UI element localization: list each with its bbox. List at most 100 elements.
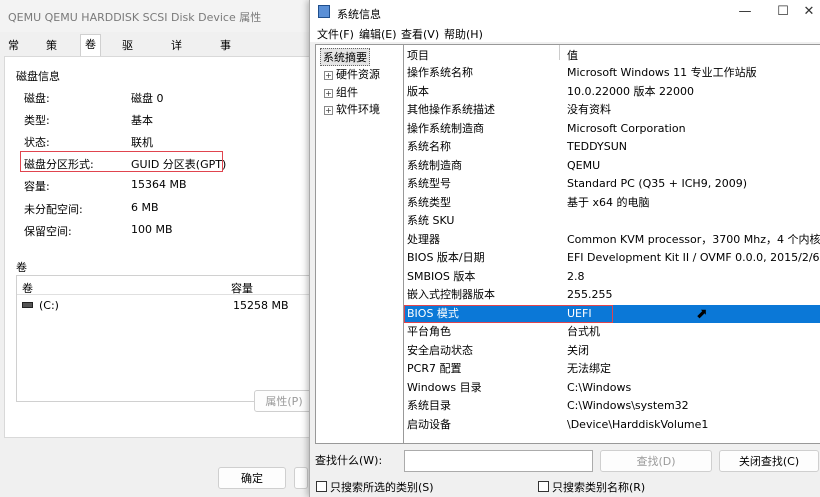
detail-row[interactable]: 版本 10.0.22000 版本 22000: [404, 83, 820, 101]
detail-value: 255.255: [567, 288, 613, 301]
search-category-names-checkbox[interactable]: 只搜索类别名称(R): [538, 479, 645, 495]
ok-button[interactable]: 确定: [218, 467, 286, 489]
tree-item-label: 硬件资源: [336, 68, 380, 81]
mouse-cursor-icon: ⬈: [696, 306, 708, 322]
detail-item: 启动设备: [407, 417, 451, 431]
detail-row[interactable]: 系统目录 C:\Windows\system32: [404, 397, 820, 415]
detail-value: C:\Windows\system32: [567, 399, 689, 412]
detail-item: 嵌入式控制器版本: [407, 288, 495, 301]
column-header-item[interactable]: 项目: [407, 47, 429, 63]
menu-file[interactable]: 文件(F): [317, 26, 354, 42]
detail-row[interactable]: Windows 目录 C:\Windows: [404, 379, 820, 397]
tab-general[interactable]: 常规: [4, 36, 23, 72]
drive-icon: [22, 302, 33, 308]
detail-value: Microsoft Corporation: [567, 121, 686, 135]
volume-header-divider: [17, 294, 317, 295]
tab-volumes[interactable]: 卷: [80, 34, 101, 57]
tree-item-software-environment[interactable]: + 软件环境: [324, 101, 380, 117]
volume-capacity: 15258 MB: [233, 299, 289, 312]
tree-item-components[interactable]: + 组件: [324, 84, 358, 100]
detail-row[interactable]: 系统类型 基于 x64 的电脑: [404, 194, 820, 212]
detail-item: BIOS 版本/日期: [407, 251, 485, 264]
column-divider[interactable]: [559, 45, 560, 60]
detail-value: EFI Development Kit II / OVMF 0.0.0, 201…: [567, 251, 820, 264]
system-info-title: 系统信息: [337, 8, 381, 21]
partition-style-highlight: [20, 151, 223, 172]
detail-row[interactable]: 系统名称 TEDDYSUN: [404, 138, 820, 156]
detail-row[interactable]: PCR7 配置 无法绑定: [404, 360, 820, 378]
checkbox-box[interactable]: [538, 481, 549, 492]
tab-driver[interactable]: 驱动程序: [118, 36, 137, 112]
disk-label: 磁盘:: [24, 92, 50, 105]
tree-item-system-summary[interactable]: 系统摘要: [320, 48, 370, 66]
menu-view[interactable]: 查看(V): [401, 26, 439, 42]
detail-item: 系统型号: [407, 177, 451, 190]
detail-row[interactable]: 平台角色 台式机: [404, 323, 820, 341]
status-value: 联机: [131, 136, 153, 149]
detail-value: Microsoft Windows 11 专业工作站版: [567, 66, 757, 79]
search-selected-category-checkbox[interactable]: 只搜索所选的类别(S): [316, 479, 434, 495]
reserved-value: 100 MB: [131, 223, 173, 236]
find-input[interactable]: [404, 450, 593, 472]
status-label: 状态:: [24, 136, 50, 149]
properties-button[interactable]: 属性(P): [254, 390, 314, 412]
detail-row[interactable]: 安全启动状态 关闭: [404, 342, 820, 360]
detail-item: 其他操作系统描述: [407, 103, 495, 116]
volumes-list[interactable]: 卷 容量 (C:) 15258 MB: [16, 275, 318, 402]
tree-item-hardware-resources[interactable]: + 硬件资源: [324, 66, 380, 82]
menu-edit[interactable]: 编辑(E): [359, 26, 397, 42]
tab-details[interactable]: 详细信息: [167, 36, 186, 112]
expand-icon[interactable]: +: [324, 89, 333, 98]
unallocated-label: 未分配空间:: [24, 203, 83, 216]
find-button[interactable]: 查找(D): [600, 450, 712, 472]
system-info-app-icon: [318, 5, 330, 18]
detail-row[interactable]: 操作系统名称 Microsoft Windows 11 专业工作站版: [404, 64, 820, 82]
detail-row[interactable]: 处理器 Common KVM processor，3700 Mhz，4 个内核，4: [404, 231, 820, 249]
type-value: 基本: [131, 114, 153, 127]
detail-row[interactable]: 系统 SKU: [404, 212, 820, 230]
capacity-label: 容量:: [24, 180, 50, 193]
detail-item: 版本: [407, 84, 429, 98]
detail-row[interactable]: BIOS 模式 UEFI: [404, 304, 820, 323]
detail-row[interactable]: 系统制造商 QEMU: [404, 157, 820, 175]
detail-row[interactable]: 启动设备 \Device\HarddiskVolume1: [404, 416, 820, 434]
detail-row[interactable]: 其他操作系统描述 没有资料: [404, 101, 820, 119]
detail-row[interactable]: 系统型号 Standard PC (Q35 + ICH9, 2009): [404, 175, 820, 193]
cancel-button-partial[interactable]: [294, 467, 308, 489]
detail-value: 10.0.22000 版本 22000: [567, 84, 694, 98]
expand-icon[interactable]: +: [324, 71, 333, 80]
volume-row[interactable]: (C:) 15258 MB: [17, 296, 317, 314]
detail-list[interactable]: 项目 值 操作系统名称 Microsoft Windows 11 专业工作站版版本…: [404, 44, 820, 444]
checkbox-box[interactable]: [316, 481, 327, 492]
find-label: 查找什么(W):: [315, 454, 383, 467]
detail-item: 系统名称: [407, 140, 451, 153]
minimize-icon[interactable]: —: [730, 2, 760, 22]
detail-row[interactable]: SMBIOS 版本 2.8: [404, 268, 820, 286]
close-icon[interactable]: ✕: [794, 2, 820, 22]
unallocated-value: 6 MB: [131, 201, 159, 214]
column-header-value[interactable]: 值: [567, 47, 578, 63]
detail-item: 操作系统名称: [407, 66, 473, 79]
disk-value: 磁盘 0: [131, 92, 164, 105]
detail-value: Common KVM processor，3700 Mhz，4 个内核，4: [567, 232, 820, 246]
expand-icon[interactable]: +: [324, 106, 333, 115]
detail-value: \Device\HarddiskVolume1: [567, 417, 709, 431]
detail-item: 平台角色: [407, 325, 451, 338]
tree-item-label: 组件: [336, 86, 358, 99]
tab-policies[interactable]: 策略: [42, 36, 61, 72]
close-find-button[interactable]: 关闭查找(C): [719, 450, 819, 472]
menu-help[interactable]: 帮助(H): [444, 26, 483, 42]
detail-item: SMBIOS 版本: [407, 269, 476, 283]
detail-item: 安全启动状态: [407, 343, 473, 357]
detail-item: 系统 SKU: [407, 214, 455, 227]
category-tree[interactable]: 系统摘要 + 硬件资源 + 组件 + 软件环境: [315, 44, 404, 444]
detail-row[interactable]: 操作系统制造商 Microsoft Corporation: [404, 120, 820, 138]
detail-value: UEFI: [567, 306, 592, 320]
menu-bar: 文件(F) 编辑(E) 查看(V) 帮助(H): [310, 24, 820, 42]
detail-item: 处理器: [407, 232, 440, 246]
system-info-titlebar: 系统信息 — ☐ ✕: [310, 0, 820, 24]
detail-row[interactable]: BIOS 版本/日期 EFI Development Kit II / OVMF …: [404, 249, 820, 267]
detail-row[interactable]: 嵌入式控制器版本 255.255: [404, 286, 820, 304]
detail-value: 无法绑定: [567, 362, 611, 375]
tab-events[interactable]: 事件: [216, 36, 235, 72]
